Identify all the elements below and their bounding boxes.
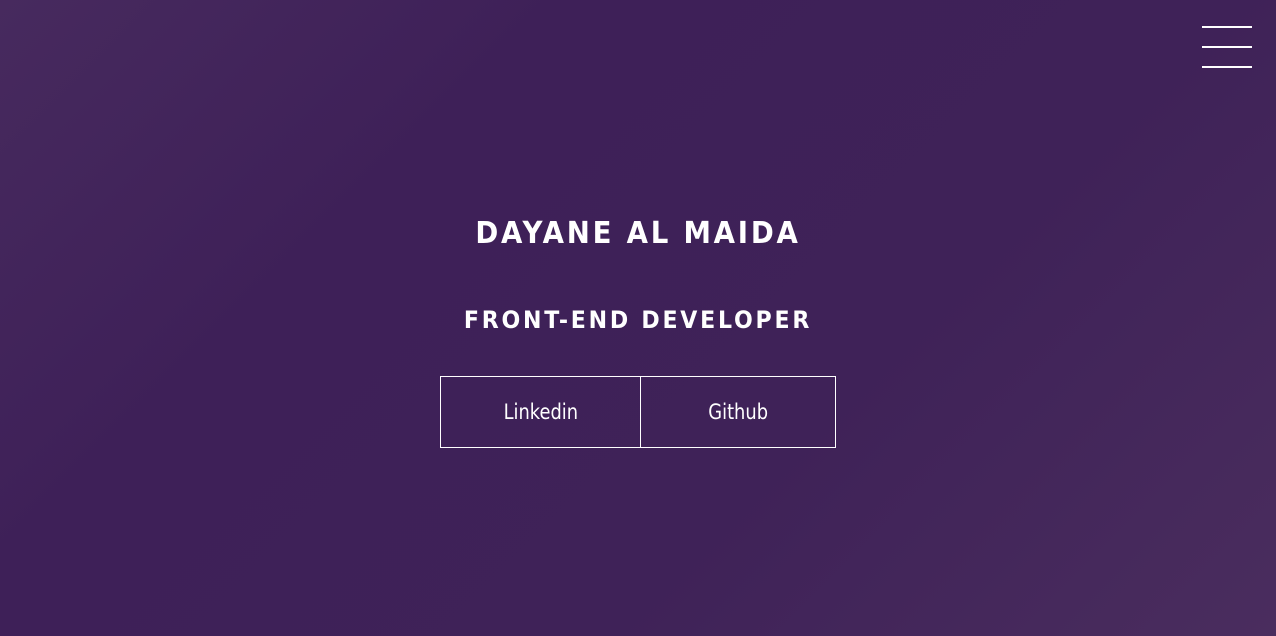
social-links: Linkedin Github	[440, 376, 836, 448]
github-label: Github	[708, 400, 768, 424]
linkedin-label: Linkedin	[503, 400, 578, 424]
hero-name: Dayane Al Maida	[475, 216, 801, 251]
linkedin-button[interactable]: Linkedin	[440, 376, 641, 448]
hero-title: Front-End Developer	[463, 306, 813, 334]
hero-section: Dayane Al Maida Front-End Developer Link…	[0, 0, 1276, 636]
github-button[interactable]: Github	[641, 376, 836, 448]
